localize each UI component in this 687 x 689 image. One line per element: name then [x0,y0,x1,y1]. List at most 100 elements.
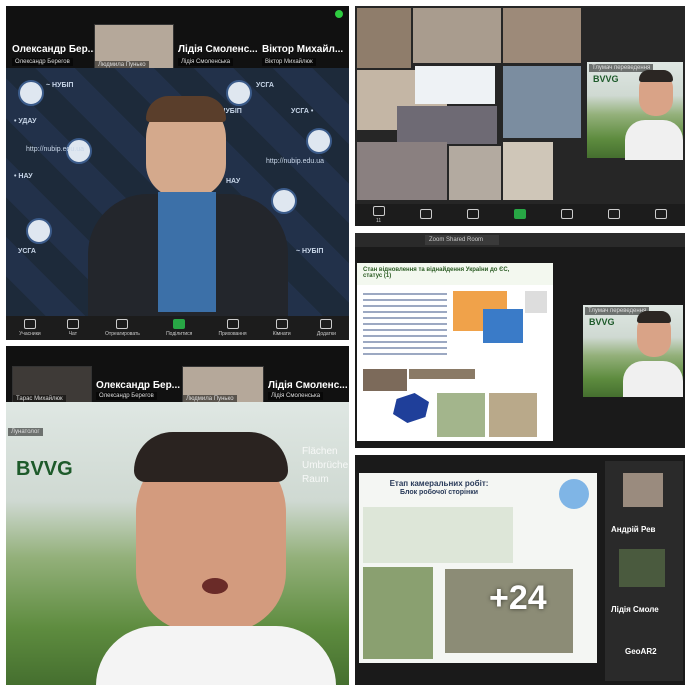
speaker-video-tile[interactable]: Тлумач переведення BVVG [587,62,683,160]
event-photo [397,106,497,144]
speaker-hair [639,70,673,82]
watermark-text: УСГА • [291,108,314,115]
participant-strip: Олександр Бер... Олександр Берегов Людми… [6,6,349,70]
chat-button[interactable]: Чат [66,319,79,337]
watermark-text: • УДАУ [14,118,37,125]
europe-map-icon [393,393,429,423]
participant-video-thumb[interactable]: Людмила Пунько [94,24,174,70]
event-photo [449,146,501,200]
main-video-host: ~ НУБІП УСГА • УДАУ • НАУ • НУБІП http:/… [6,68,349,324]
speaker-hair [134,432,288,482]
participant-video-thumb[interactable] [623,473,663,507]
bvvg-logo: BVVG [589,317,615,327]
participant-label: Олександр Берегов [96,392,157,400]
qr-code-icon [525,291,547,313]
presentation-slide: Стан відновлення та віднайдення України … [357,263,553,441]
participants-button[interactable]: Учасники [19,319,41,337]
slide-text-block [363,293,447,359]
background-text: Flächen [302,446,338,457]
meeting-toolbar: Учасники Чат Отреагировать Поділитися Пр… [6,316,349,340]
speaker-hair [146,96,226,122]
participant-strip: Тарас Михайлюк Олександр Бер... Олександ… [6,346,349,404]
participant-name: GeoAR2 [625,647,657,656]
slide-photo-strip [409,369,475,379]
slide-satellite-image [437,393,485,437]
geo-logo-icon [559,479,589,509]
participant-label: Віктор Михайлюк [262,58,316,66]
watermark-text: http://nubip.edu.ua [266,158,324,165]
event-photo [357,8,411,68]
slide-satellite-image [489,393,537,437]
slide-header: Стан відновлення та віднайдення України … [357,263,553,285]
slide-satellite-image [363,567,433,659]
event-photo [503,66,581,138]
university-seal-icon [306,128,332,154]
reactions-button[interactable]: Отреагировать [105,319,140,337]
speaker-shirt [158,192,216,312]
speaker-video-tile[interactable]: Тлумач переведення BVVG [583,305,683,397]
speaker-shirt [623,361,683,397]
security-shield-icon[interactable] [335,10,343,18]
event-photo [357,142,447,200]
speaker-shirt [625,120,683,160]
shared-slide-area: Тлумач переведення BVVG [355,6,685,204]
participants-button[interactable]: 11 [372,206,385,224]
background-text: Raum [302,474,329,485]
participant-name: Олександр Бер... [12,44,97,55]
slide-map-image [363,507,513,563]
speaker-hair [637,311,671,323]
bvvg-logo: BVVG [16,458,73,480]
tab-shared-room[interactable]: Zoom Shared Room [425,235,499,245]
participant-label: Лідія Смоленська [268,392,324,400]
hide-button[interactable] [561,209,574,221]
participant-name: Андрій Рев [611,525,656,534]
slide-chart-blue [483,309,523,343]
presentation-slide: Етап камеральних робіт: Блок робочої сто… [359,473,597,663]
share-screen-button[interactable]: Поділитися [166,319,192,337]
participant-name: Віктор Михайл... [262,44,344,55]
background-text: Umbrüche [302,460,349,471]
rooms-button[interactable]: Кімнати [273,319,291,337]
event-photo [413,8,501,63]
event-photo [415,66,495,104]
rooms-button[interactable] [608,209,621,221]
participant-name: Лідія Смоленс... [178,44,258,55]
participant-name: Лідія Смоле [611,605,659,614]
apps-button[interactable]: Додатки [317,319,336,337]
watermark-text: НАУ [226,178,241,185]
participant-name: Лідія Смоленс... [268,380,348,391]
participant-video-thumb[interactable] [619,549,665,587]
watermark-text: • НАУ [14,173,33,180]
participant-label: Олександр Берегов [12,58,73,66]
slide-title: Етап камеральних робіт: [389,479,489,488]
university-seal-icon [271,188,297,214]
university-seal-icon [26,218,52,244]
watermark-text: УСГА [256,82,274,89]
zoom-panel-more: Етап камеральних робіт: Блок робочої сто… [355,455,685,685]
bvvg-logo: BVVG [593,74,619,84]
share-screen-button[interactable] [513,209,526,221]
chat-button[interactable] [419,209,432,221]
hide-button[interactable]: Приховання [219,319,247,337]
speaker-shirt [96,626,336,685]
university-seal-icon [226,80,252,106]
zoom-panel-host: Олександр Бер... Олександр Берегов Людми… [6,6,349,340]
watermark-text: ~ НУБІП [46,82,74,89]
main-video-speaker: Лунатолог BVVG Flächen Umbrüche Raum [6,402,349,685]
university-seal-icon [18,80,44,106]
apps-button[interactable] [655,209,668,221]
event-photo [503,142,553,200]
participant-video-thumb[interactable]: Тарас Михайлюк [12,366,92,404]
watermark-text: ~ НУБІП [296,248,324,255]
slide-photo [363,369,407,391]
speaker-label: Лунатолог [8,428,43,436]
slide-title: Стан відновлення та віднайдення України … [363,267,510,279]
window-tab-bar: Zoom Shared Room [355,233,685,247]
reactions-button[interactable] [466,209,479,221]
zoom-panel-speaker: Тарас Михайлюк Олександр Бер... Олександ… [6,346,349,685]
more-photos-counter[interactable]: +24 [489,579,547,618]
meeting-toolbar: 11 [355,204,685,226]
zoom-panel-collage: Тлумач переведення BVVG 11 [355,6,685,226]
zoom-panel-presentation: Zoom Shared Room Стан відновлення та від… [355,233,685,448]
participant-video-thumb[interactable]: Людмила Пунько [182,366,264,404]
